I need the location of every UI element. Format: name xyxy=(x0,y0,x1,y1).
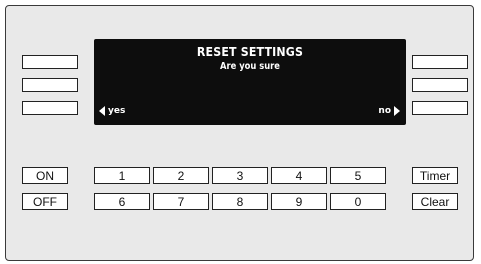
digit-0-button[interactable]: 0 xyxy=(330,193,386,210)
on-button-label: ON xyxy=(36,168,54,183)
control-panel: RESET SETTINGS Are you sure yes no ON OF… xyxy=(5,5,474,261)
softkey-yes: yes xyxy=(99,106,125,116)
digit-8-button[interactable]: 8 xyxy=(212,193,268,210)
digit-label: 7 xyxy=(177,194,185,209)
clear-button[interactable]: Clear xyxy=(412,193,458,210)
timer-button[interactable]: Timer xyxy=(412,167,458,184)
left-softkey-button-1[interactable] xyxy=(22,55,78,69)
on-button[interactable]: ON xyxy=(22,167,68,184)
digit-label: 9 xyxy=(295,194,303,209)
right-softkey-button-2[interactable] xyxy=(412,78,468,92)
digit-1-button[interactable]: 1 xyxy=(94,167,150,184)
softkey-yes-label: yes xyxy=(108,106,126,116)
right-softkey-button-3[interactable] xyxy=(412,101,468,115)
digit-label: 0 xyxy=(354,194,362,209)
digit-9-button[interactable]: 9 xyxy=(271,193,327,210)
lcd-display: RESET SETTINGS Are you sure yes no xyxy=(94,39,406,125)
triangle-left-icon xyxy=(99,106,105,116)
digit-label: 8 xyxy=(236,194,244,209)
digit-label: 2 xyxy=(177,168,185,183)
off-button[interactable]: OFF xyxy=(22,193,68,210)
digit-label: 1 xyxy=(118,168,126,183)
left-softkey-button-2[interactable] xyxy=(22,78,78,92)
display-title: RESET SETTINGS xyxy=(196,44,304,59)
digit-3-button[interactable]: 3 xyxy=(212,167,268,184)
off-button-label: OFF xyxy=(33,194,57,209)
triangle-right-icon xyxy=(394,106,400,116)
digit-5-button[interactable]: 5 xyxy=(330,167,386,184)
digit-label: 3 xyxy=(236,168,244,183)
softkey-no: no xyxy=(378,106,400,116)
digit-7-button[interactable]: 7 xyxy=(153,193,209,210)
softkey-no-label: no xyxy=(378,106,391,116)
clear-button-label: Clear xyxy=(420,194,450,209)
digit-label: 4 xyxy=(295,168,303,183)
display-subtitle: Are you sure xyxy=(220,61,280,72)
timer-button-label: Timer xyxy=(419,168,451,183)
digit-label: 6 xyxy=(118,194,126,209)
digit-4-button[interactable]: 4 xyxy=(271,167,327,184)
right-softkey-button-1[interactable] xyxy=(412,55,468,69)
digit-6-button[interactable]: 6 xyxy=(94,193,150,210)
digit-2-button[interactable]: 2 xyxy=(153,167,209,184)
digit-label: 5 xyxy=(354,168,362,183)
left-softkey-button-3[interactable] xyxy=(22,101,78,115)
